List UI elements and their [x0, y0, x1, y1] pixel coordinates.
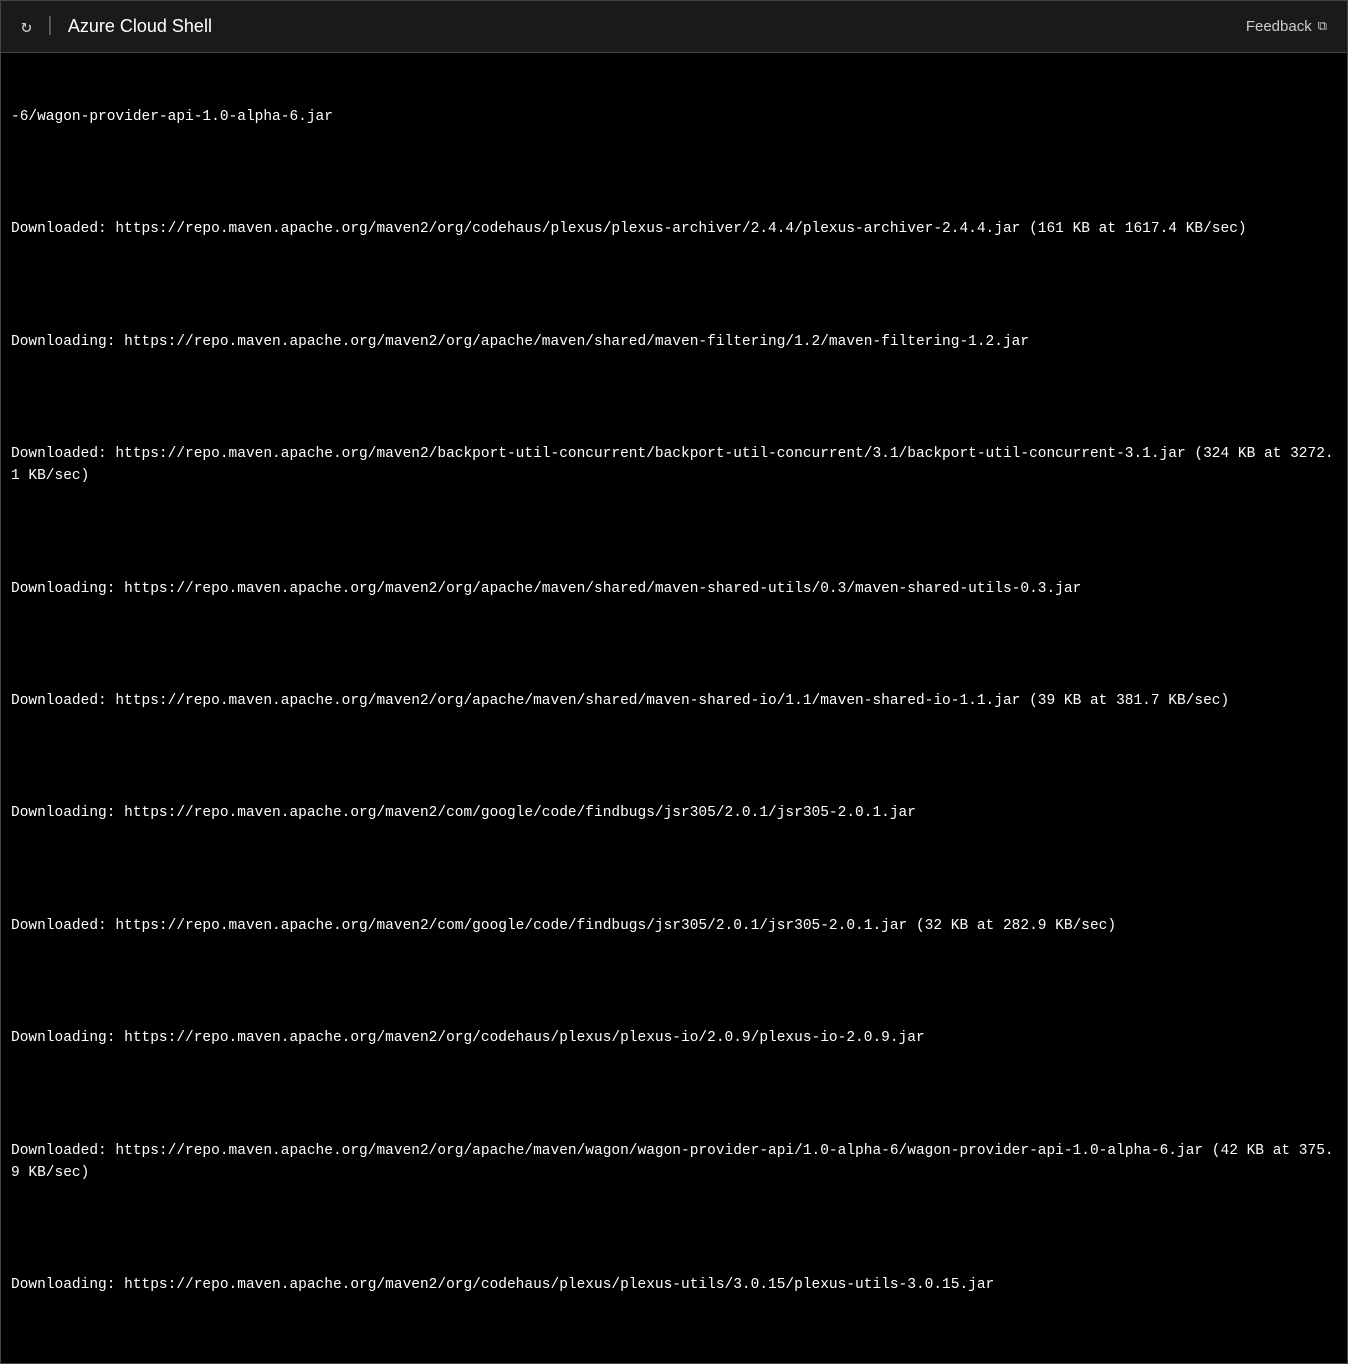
terminal-line-1: Downloaded: https://repo.maven.apache.or… — [11, 218, 1337, 240]
terminal-line-8: Downloading: https://repo.maven.apache.o… — [11, 1027, 1337, 1049]
terminal-line-2: Downloading: https://repo.maven.apache.o… — [11, 331, 1337, 353]
terminal-line-7: Downloaded: https://repo.maven.apache.or… — [11, 915, 1337, 937]
refresh-icon[interactable]: ↻ — [21, 16, 32, 38]
terminal-line-6: Downloading: https://repo.maven.apache.o… — [11, 802, 1337, 824]
terminal-line-4: Downloading: https://repo.maven.apache.o… — [11, 578, 1337, 600]
main-window: ↻ | Azure Cloud Shell Feedback ⧉ -6/wago… — [0, 0, 1348, 1364]
titlebar-left: ↻ | Azure Cloud Shell — [21, 15, 212, 38]
feedback-link[interactable]: Feedback — [1246, 18, 1312, 35]
external-link-icon: ⧉ — [1318, 19, 1327, 34]
terminal-line-5: Downloaded: https://repo.maven.apache.or… — [11, 690, 1337, 712]
terminal-area[interactable]: -6/wagon-provider-api-1.0-alpha-6.jar Do… — [1, 53, 1347, 1363]
titlebar: ↻ | Azure Cloud Shell Feedback ⧉ — [1, 1, 1347, 53]
title-separator: | — [44, 15, 56, 38]
terminal-line-3: Downloaded: https://repo.maven.apache.or… — [11, 443, 1337, 488]
titlebar-right: Feedback ⧉ — [1246, 18, 1327, 35]
app-title: Azure Cloud Shell — [68, 16, 212, 37]
terminal-line-10: Downloading: https://repo.maven.apache.o… — [11, 1274, 1337, 1296]
terminal-content: -6/wagon-provider-api-1.0-alpha-6.jar Do… — [11, 61, 1337, 1363]
terminal-line-9: Downloaded: https://repo.maven.apache.or… — [11, 1140, 1337, 1185]
terminal-line-0: -6/wagon-provider-api-1.0-alpha-6.jar — [11, 106, 1337, 128]
